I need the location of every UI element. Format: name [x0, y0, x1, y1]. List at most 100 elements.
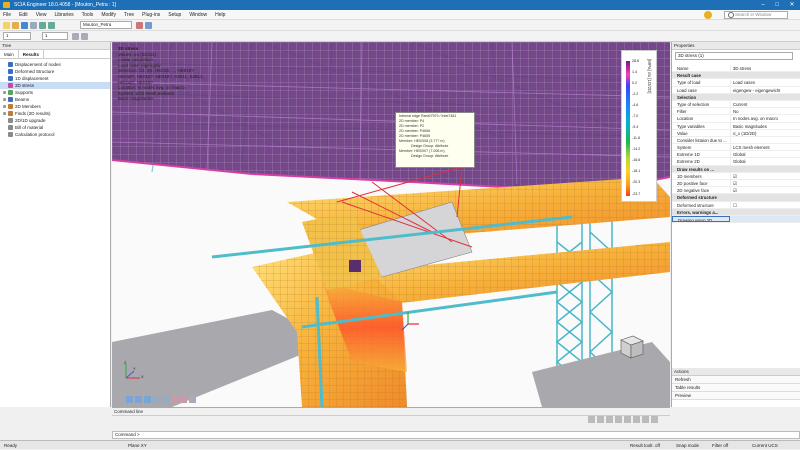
- pan-icon[interactable]: [162, 396, 169, 403]
- menu-setup[interactable]: Setup: [164, 12, 185, 18]
- tree-item-2d-members[interactable]: ⊞ 2D Members: [0, 103, 110, 110]
- preview-button[interactable]: Preview: [672, 392, 800, 400]
- menu-tools[interactable]: Tools: [78, 12, 98, 18]
- view-icon[interactable]: [72, 33, 79, 40]
- open-project-icon[interactable]: [12, 22, 19, 29]
- tree-item-supports[interactable]: ⊞ Supports: [0, 89, 110, 96]
- tree-item-3d-stress[interactable]: 3D stress: [0, 82, 110, 89]
- prop-section[interactable]: Errors, warnings a...: [672, 208, 800, 216]
- undo-icon[interactable]: [39, 22, 46, 29]
- close-button[interactable]: ✕: [785, 0, 799, 10]
- tree-item-1d-displacement[interactable]: 1D displacement: [0, 75, 110, 82]
- prop-row[interactable]: Location In nodes avg. on macro: [672, 115, 800, 123]
- menu-libraries[interactable]: Libraries: [50, 12, 77, 18]
- calculate-icon[interactable]: [136, 22, 143, 29]
- zoom-combo-1[interactable]: 1: [3, 32, 31, 40]
- render-mode-icon[interactable]: [171, 396, 178, 403]
- tree-panel-title: Tree: [0, 42, 110, 50]
- prop-section[interactable]: Result case: [672, 72, 800, 80]
- axis-z-label: Z: [124, 360, 127, 365]
- menu-view[interactable]: View: [32, 12, 51, 18]
- prop-row[interactable]: Value σ_x (1D/2D): [672, 129, 800, 137]
- help-icon[interactable]: [704, 11, 712, 19]
- prop-row[interactable]: System LCS mesh element: [672, 144, 800, 152]
- result-info-block: 3D stress Values: σx (2D/1D) Linear calc…: [118, 46, 204, 102]
- tree-panel: Tree Main Results Displacement of nodes …: [0, 42, 111, 407]
- command-input[interactable]: Command >: [112, 431, 800, 439]
- prop-row[interactable]: Type of selection Current: [672, 100, 800, 109]
- new-project-icon[interactable]: [3, 22, 10, 29]
- maximize-button[interactable]: □: [770, 0, 784, 10]
- render-icon[interactable]: [81, 33, 88, 40]
- zoom-combo-2[interactable]: 1: [42, 32, 68, 40]
- snap-icon[interactable]: [588, 416, 595, 423]
- zoom-in-icon[interactable]: [135, 396, 142, 403]
- drawing-setup-row[interactable]: Drawing setup 2D: [672, 215, 800, 224]
- prop-row[interactable]: Load case eigengew - eigengewicht: [672, 86, 800, 94]
- menu-file[interactable]: File: [0, 12, 15, 18]
- menu-modify[interactable]: Modify: [97, 12, 120, 18]
- print-icon[interactable]: [30, 22, 37, 29]
- tab-main[interactable]: Main: [0, 50, 19, 58]
- refresh-button[interactable]: Refresh: [672, 376, 800, 384]
- menu-help[interactable]: Help: [211, 12, 229, 18]
- snap-icon[interactable]: [597, 416, 604, 423]
- prop-section[interactable]: Deformed structure: [672, 194, 800, 202]
- properties-combo[interactable]: 3D stress (1): [675, 52, 793, 60]
- tree-item-2d1d-upgrade[interactable]: 2D/1D upgrade: [0, 117, 110, 124]
- tree-item-displacement-nodes[interactable]: Displacement of nodes: [0, 61, 110, 68]
- snap-icon[interactable]: [651, 416, 658, 423]
- prop-row[interactable]: Extreme 2D Global: [672, 158, 800, 166]
- tree-tabs: Main Results: [0, 50, 110, 59]
- table-results-button[interactable]: Table results: [672, 384, 800, 392]
- labels-icon[interactable]: [189, 396, 196, 403]
- prop-row[interactable]: Deformed structure ☐: [672, 201, 800, 209]
- redo-icon[interactable]: [48, 22, 55, 29]
- command-panel: Command line: [112, 407, 670, 427]
- prop-row[interactable]: Type of load Load cases: [672, 79, 800, 87]
- prop-row[interactable]: Consider listaion due to ...: [672, 136, 800, 145]
- tree-item-finds[interactable]: ⊞ Finds (2D results): [0, 110, 110, 117]
- menu-window[interactable]: Window: [185, 12, 211, 18]
- tree-item-bill-of-material[interactable]: Bill of material: [0, 124, 110, 131]
- prop-row[interactable]: Name 3D stress: [672, 65, 800, 73]
- window-title: SCIA Engineer 18.0.4058 - [Mouton_Petra …: [14, 2, 117, 8]
- view-cube-icon[interactable]: [617, 332, 645, 360]
- project-combo[interactable]: Mouton_Petra: [80, 21, 132, 29]
- prop-row[interactable]: 2D negative face ☑: [672, 187, 800, 195]
- menu-plugins[interactable]: Plug-ins: [138, 12, 164, 18]
- prop-section[interactable]: Draw results on ...: [672, 165, 800, 173]
- prop-row[interactable]: Type variables Basic magnitudes: [672, 122, 800, 130]
- legend-gradient: [626, 61, 630, 196]
- menu-tree[interactable]: Tree: [120, 12, 138, 18]
- tree-item-deformed-structure[interactable]: Deformed Structure: [0, 68, 110, 75]
- menu-edit[interactable]: Edit: [15, 12, 32, 18]
- mesh-icon[interactable]: [145, 22, 152, 29]
- prop-row[interactable]: Filter No: [672, 108, 800, 116]
- result-icon: [8, 83, 13, 88]
- tree-item-beams[interactable]: ⊞ Beams: [0, 96, 110, 103]
- result-icon: [8, 76, 13, 81]
- command-panel-title: Command line: [112, 408, 670, 416]
- 3d-viewport[interactable]: 3D stress Values: σx (2D/1D) Linear calc…: [112, 42, 670, 407]
- rotate-icon[interactable]: [153, 396, 160, 403]
- prop-row[interactable]: Extreme 1D Global: [672, 151, 800, 159]
- color-legend: 28.6 1.4 0.2 -2.2 -4.6 -7.0 -9.4 -11.8 -…: [621, 50, 657, 202]
- zoom-all-icon[interactable]: [126, 396, 133, 403]
- prop-row[interactable]: 1D members ☑: [672, 172, 800, 180]
- wireframe-icon[interactable]: [180, 396, 187, 403]
- zoom-out-icon[interactable]: [144, 396, 151, 403]
- snap-icon[interactable]: [624, 416, 631, 423]
- search-icon: [728, 12, 734, 18]
- legend-unit: [MPa] σx [1D/2D]: [647, 59, 652, 94]
- save-icon[interactable]: [21, 22, 28, 29]
- tree-item-calculation-protocol[interactable]: Calculation protocol: [0, 131, 110, 138]
- minimize-button[interactable]: –: [756, 0, 770, 10]
- snap-icon[interactable]: [642, 416, 649, 423]
- tab-results[interactable]: Results: [18, 50, 45, 58]
- prop-section[interactable]: Selection: [672, 93, 800, 101]
- snap-icon[interactable]: [633, 416, 640, 423]
- snap-icon[interactable]: [615, 416, 622, 423]
- prop-row[interactable]: 2D positive face ☑: [672, 180, 800, 188]
- snap-icon[interactable]: [606, 416, 613, 423]
